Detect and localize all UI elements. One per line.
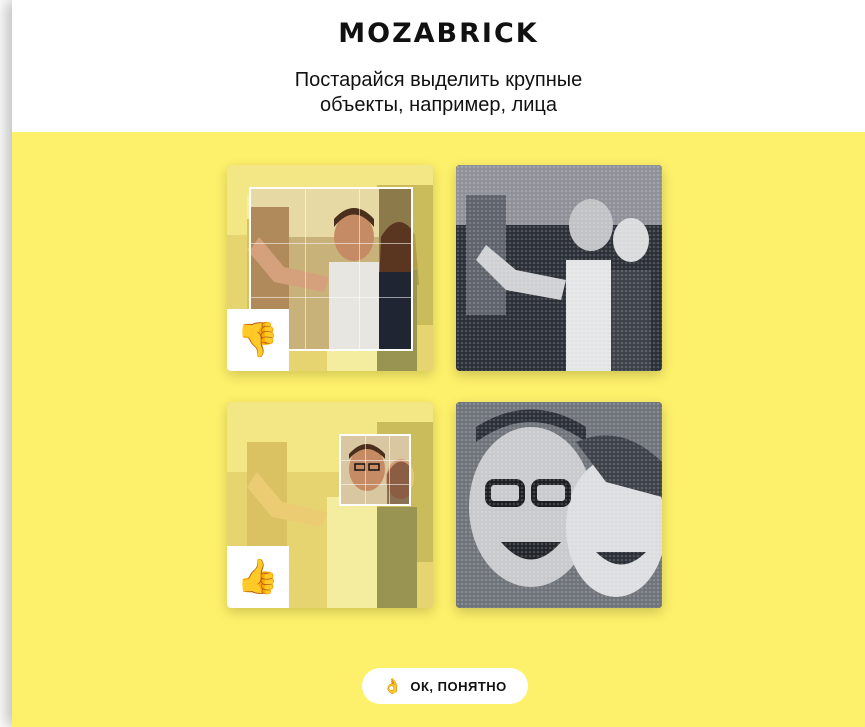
header: MOZABRICK Постарайся выделить крупные об… — [12, 0, 865, 132]
bad-crop-example: 👎 — [227, 165, 433, 371]
app-frame: MOZABRICK Постарайся выделить крупные об… — [12, 0, 865, 727]
thumbs-down-icon: 👎 — [227, 309, 289, 371]
examples-panel: 👎 👍 — [12, 132, 865, 727]
crop-grid-line — [389, 436, 390, 504]
mosaic-preview — [456, 402, 662, 608]
mozabrick-logo: MOZABRICK — [338, 18, 539, 49]
crop-grid-line — [251, 297, 411, 298]
crop-grid-line — [251, 243, 411, 244]
ok-hand-icon: 👌 — [383, 678, 403, 695]
crop-grid-line — [305, 189, 306, 349]
crop-photo — [341, 436, 409, 504]
bad-mosaic-result — [456, 165, 662, 371]
ok-understood-button[interactable]: 👌 ОК, ПОНЯТНО — [362, 668, 528, 704]
crop-grid-line — [359, 189, 360, 349]
thumbs-up-icon: 👍 — [227, 546, 289, 608]
instruction-text: Постарайся выделить крупные объекты, нап… — [12, 68, 865, 118]
crop-grid-line — [341, 484, 409, 485]
crop-grid-line — [365, 436, 366, 504]
crop-selection[interactable] — [339, 434, 411, 506]
good-crop-example: 👍 — [227, 402, 433, 608]
instruction-line-1: Постарайся выделить крупные — [294, 69, 583, 91]
good-mosaic-result — [456, 402, 662, 608]
ok-understood-label: ОК, ПОНЯТНО — [410, 678, 507, 694]
mosaic-preview — [456, 165, 662, 371]
instruction-line-2: объекты, например, лица — [320, 94, 557, 116]
crop-grid-line — [341, 460, 409, 461]
